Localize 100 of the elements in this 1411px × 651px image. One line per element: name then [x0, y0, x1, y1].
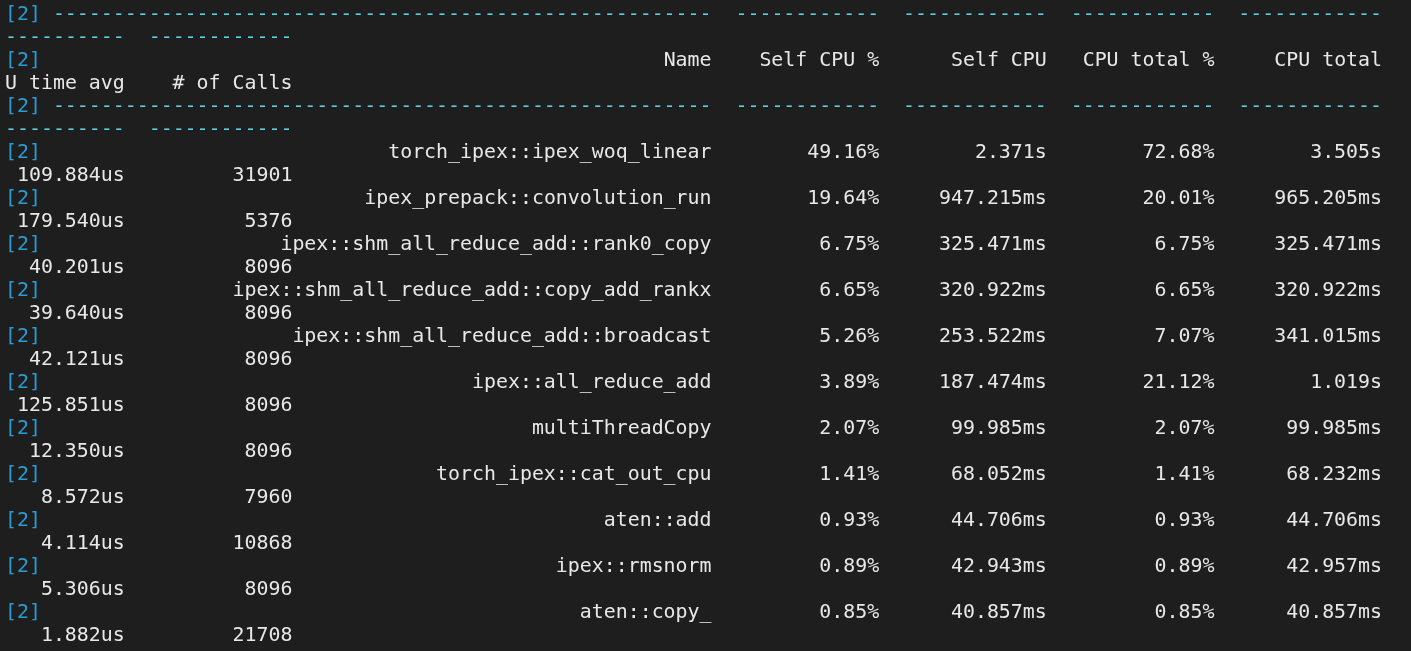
table-cell-text: 99.985ms: [1285, 416, 1383, 439]
table-cell-text: 2.07%: [818, 416, 880, 439]
dashed-rule: -------------------------------------------------------: [51, 2, 712, 25]
table-cell-text: aten::copy_: [578, 600, 712, 623]
line-prefix: [2]: [5, 278, 41, 301]
table-cell-text: 12.350us: [27, 439, 125, 462]
table-cell-text: 42.957ms: [1285, 554, 1383, 577]
table-cell-text: 1.41%: [1153, 462, 1215, 485]
line-prefix: [2]: [5, 600, 41, 623]
table-cell-text: 20.01%: [1141, 186, 1215, 209]
table-cell-text: ipex::shm_all_reduce_add::copy_add_rankx: [231, 278, 712, 301]
dashed-rule: ------------: [735, 2, 880, 25]
table-cell-text: 49.16%: [806, 140, 880, 163]
table-cell-text: 42.943ms: [949, 554, 1047, 577]
line-prefix: [2]: [5, 94, 41, 117]
table-cell-text: 21.12%: [1141, 370, 1215, 393]
table-cell-text: 3.89%: [818, 370, 880, 393]
line-prefix: [2]: [5, 554, 41, 577]
table-cell-text: 0.85%: [1153, 600, 1215, 623]
table-cell-text: 8096: [243, 301, 293, 324]
table-cell-text: 44.706ms: [949, 508, 1047, 531]
table-cell-text: 0.89%: [1153, 554, 1215, 577]
table-cell-text: 125.851us: [15, 393, 125, 416]
table-cell-text: 1.41%: [818, 462, 880, 485]
table-cell-text: 42.121us: [27, 347, 125, 370]
column-header: Name: [662, 48, 712, 71]
table-cell-text: 0.93%: [818, 508, 880, 531]
table-cell-text: 21708: [231, 623, 293, 646]
table-cell-text: 109.884us: [15, 163, 125, 186]
table-cell-text: 0.89%: [818, 554, 880, 577]
table-cell-text: 99.985ms: [949, 416, 1047, 439]
table-cell-text: 0.93%: [1153, 508, 1215, 531]
table-cell-text: 2.07%: [1153, 416, 1215, 439]
table-cell-text: 3.505s: [1309, 140, 1383, 163]
table-cell-text: torch_ipex::ipex_woq_linear: [387, 140, 712, 163]
table-cell-text: ipex::shm_all_reduce_add::broadcast: [291, 324, 712, 347]
dashed-rule: ----------: [5, 25, 125, 48]
column-header: # of Calls: [171, 71, 293, 94]
table-cell-text: 5376: [243, 209, 293, 232]
table-cell-text: 40.857ms: [1285, 600, 1383, 623]
table-cell-text: multiThreadCopy: [530, 416, 712, 439]
table-cell-text: 68.052ms: [949, 462, 1047, 485]
column-header: Self CPU: [949, 48, 1047, 71]
dashed-rule: -------------------------------------------------------: [51, 94, 712, 117]
column-header: CPU total %: [1081, 48, 1215, 71]
column-header: Self CPU %: [758, 48, 880, 71]
table-cell-text: 8096: [243, 439, 293, 462]
table-cell-text: 7.07%: [1153, 324, 1215, 347]
table-cell-text: 6.65%: [818, 278, 880, 301]
line-prefix: [2]: [5, 416, 41, 439]
table-cell-text: 5.26%: [818, 324, 880, 347]
table-cell-text: 44.706ms: [1285, 508, 1383, 531]
table-cell-text: aten::add: [602, 508, 712, 531]
table-cell-text: 8096: [243, 255, 293, 278]
column-header: U time avg: [5, 71, 125, 94]
table-cell-text: 253.522ms: [938, 324, 1047, 347]
table-cell-text: torch_ipex::cat_out_cpu: [435, 462, 712, 485]
dashed-rule: ------------: [1070, 94, 1215, 117]
dashed-rule: ------------: [148, 117, 293, 140]
table-cell-text: 39.640us: [27, 301, 125, 324]
table-cell-text: 325.471ms: [938, 232, 1047, 255]
line-prefix: [2]: [5, 2, 41, 25]
table-cell-text: 8096: [243, 393, 293, 416]
dashed-rule: ------------: [1238, 94, 1383, 117]
table-cell-text: 72.68%: [1141, 140, 1215, 163]
table-cell-text: ipex::shm_all_reduce_add::rank0_copy: [279, 232, 712, 255]
table-cell-text: 1.019s: [1309, 370, 1383, 393]
line-prefix: [2]: [5, 140, 41, 163]
table-cell-text: 8096: [243, 577, 293, 600]
table-cell-text: 965.205ms: [1273, 186, 1383, 209]
table-cell-text: 19.64%: [806, 186, 880, 209]
table-cell-text: 6.75%: [1153, 232, 1215, 255]
table-cell-text: 0.85%: [818, 600, 880, 623]
table-cell-text: 10868: [231, 531, 293, 554]
table-cell-text: 320.922ms: [938, 278, 1047, 301]
dashed-rule: ------------: [903, 94, 1047, 117]
table-cell-text: 8096: [243, 347, 293, 370]
line-prefix: [2]: [5, 186, 41, 209]
dashed-rule: ----------: [5, 117, 125, 140]
line-prefix: [2]: [5, 324, 41, 347]
dashed-rule: ------------: [1070, 2, 1215, 25]
table-cell-text: 341.015ms: [1273, 324, 1383, 347]
table-cell-text: 6.75%: [818, 232, 880, 255]
dashed-rule: ------------: [735, 94, 880, 117]
table-cell-text: 40.201us: [27, 255, 125, 278]
table-cell-text: 6.65%: [1153, 278, 1215, 301]
line-prefix: [2]: [5, 462, 41, 485]
table-cell-text: 40.857ms: [949, 600, 1047, 623]
table-cell-text: 8.572us: [39, 485, 125, 508]
dashed-rule: ------------: [903, 2, 1047, 25]
table-cell-text: ipex::all_reduce_add: [471, 370, 712, 393]
line-prefix: [2]: [5, 48, 41, 71]
column-header: CPU total: [1273, 48, 1383, 71]
line-prefix: [2]: [5, 370, 41, 393]
table-cell-text: 947.215ms: [938, 186, 1047, 209]
table-cell-text: 1.882us: [39, 623, 125, 646]
table-cell-text: 68.232ms: [1285, 462, 1383, 485]
table-cell-text: 320.922ms: [1273, 278, 1383, 301]
table-cell-text: 31901: [231, 163, 293, 186]
dashed-rule: ------------: [148, 25, 293, 48]
